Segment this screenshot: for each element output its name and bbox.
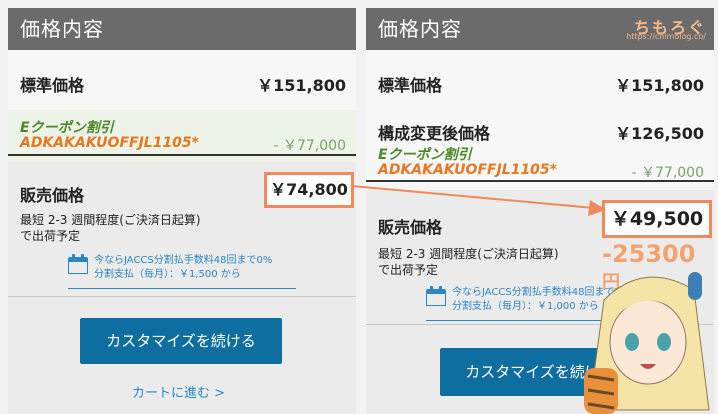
shipping-line-1: 最短 2-3 週間程度(ご決済日起算) xyxy=(20,213,201,227)
installment-info[interactable]: 今ならJACCS分割払手数料48回まで0% 分割支払（毎月）：￥1,500 から xyxy=(68,254,296,289)
shipping-estimate: 最短 2-3 週間程度(ご決済日起算) で出荷予定 xyxy=(378,246,559,278)
standard-price-value: ￥151,800 xyxy=(257,76,346,95)
standard-price-label: 標準価格 xyxy=(378,76,443,95)
price-panel-before: 価格内容 標準価格 ￥151,800 Eクーポン割引 ADKAKAKUOFFJL… xyxy=(8,8,356,414)
shipping-line-2: で出荷予定 xyxy=(378,263,439,277)
mascot-illustration xyxy=(584,272,710,414)
divider xyxy=(8,296,356,297)
installment-line-2: 分割支払（毎月）：￥1,500 から xyxy=(94,269,241,280)
coupon-title: Eクーポン割引 xyxy=(378,147,472,163)
standard-price-label: 標準価格 xyxy=(20,76,85,95)
sale-price-label: 販売価格 xyxy=(20,186,85,205)
coupon-discount: - ￥77,000 xyxy=(273,138,347,154)
sale-price-value: ￥49,500 xyxy=(610,208,704,230)
cart-link[interactable]: カートに進む > xyxy=(132,382,225,401)
calendar-icon xyxy=(68,254,88,274)
installment-line-1: 今ならJACCS分割払手数料48回まで0% xyxy=(94,255,273,266)
coupon-title: Eクーポン割引 xyxy=(20,120,114,136)
watermark-url: https://chimolog.co/ xyxy=(626,32,706,41)
shipping-estimate: 最短 2-3 週間程度(ご決済日起算) で出荷予定 xyxy=(20,212,201,244)
changed-and-coupon-rows: 構成変更後価格 ￥126,500 Eクーポン割引 ADKAKAKUOFFJL11… xyxy=(366,110,714,190)
sale-section: 販売価格 ￥74,800 最短 2-3 週間程度(ご決済日起算) で出荷予定 今… xyxy=(8,162,356,302)
sale-price-highlight: ￥74,800 xyxy=(264,172,354,208)
sale-price-highlight: ￥49,500 xyxy=(602,200,712,238)
arrow-connector xyxy=(351,185,606,216)
sale-price-value: ￥74,800 xyxy=(270,180,348,199)
changed-price-value: ￥126,500 xyxy=(615,124,704,143)
shipping-line-2: で出荷予定 xyxy=(20,229,81,243)
standard-price-value: ￥151,800 xyxy=(615,76,704,95)
changed-price-label: 構成変更後価格 xyxy=(378,124,491,143)
standard-price-row: 標準価格 ￥151,800 xyxy=(8,50,356,110)
coupon-code: ADKAKAKUOFFJL1105* xyxy=(378,162,557,178)
coupon-discount: - ￥77,000 xyxy=(631,165,705,181)
divider xyxy=(8,154,356,156)
coupon-code: ADKAKAKUOFFJL1105* xyxy=(20,135,199,151)
calendar-icon xyxy=(426,286,446,306)
standard-price-row: 標準価格 ￥151,800 xyxy=(366,50,714,110)
panel-title: 価格内容 xyxy=(8,8,356,50)
customize-button[interactable]: カスタマイズを続ける xyxy=(80,318,282,364)
shipping-line-1: 最短 2-3 週間程度(ご決済日起算) xyxy=(378,247,559,261)
